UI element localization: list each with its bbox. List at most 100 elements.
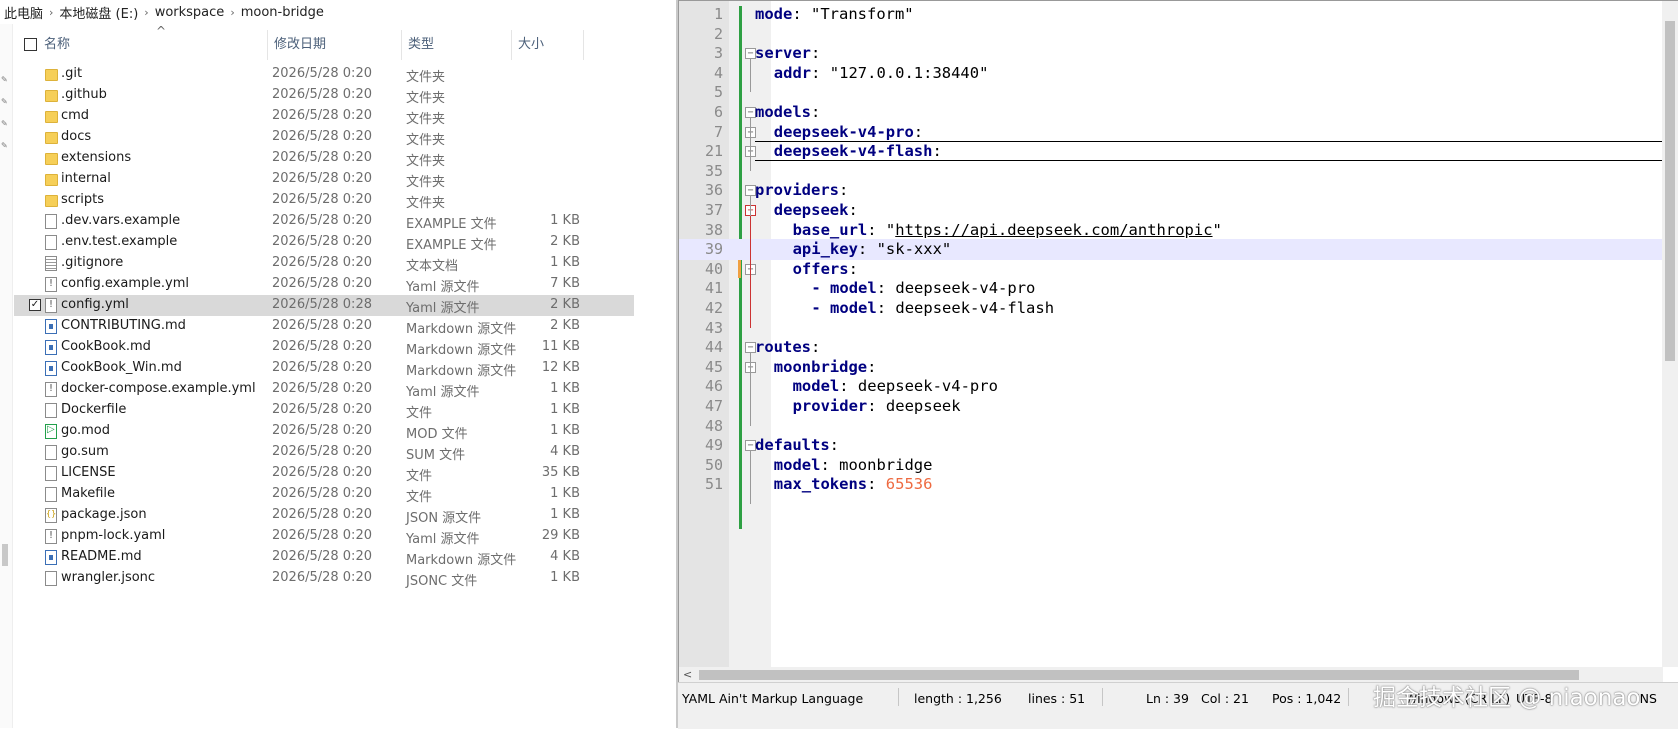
folder-icon <box>45 111 58 123</box>
code-line[interactable]: 7+deepseek-v4-pro: <box>679 122 1663 143</box>
pin-icon: ✎ <box>1 97 8 106</box>
code-line[interactable]: 42 - model: deepseek-v4-flash <box>679 298 1663 319</box>
yaml-url[interactable]: https://api.deepseek.com/anthropic <box>895 221 1212 239</box>
code-line[interactable]: 39 api_key: "sk-xxx" <box>679 239 1663 261</box>
yaml-value: : <box>848 259 858 278</box>
yaml-value: : <box>811 103 821 121</box>
file-type: 文件夹 <box>406 154 446 169</box>
code-text: model: deepseek-v4-pro <box>793 377 998 395</box>
pin-icon: ✎ <box>1 119 8 128</box>
breadcrumb-item-drive[interactable]: 本地磁盘 (E:) <box>55 3 142 22</box>
code-line[interactable]: 47 provider: deepseek <box>679 396 1663 417</box>
code-text: deepseek-v4-flash: <box>774 142 942 160</box>
file-icon <box>45 466 57 481</box>
code-line[interactable]: 35 <box>679 161 1663 182</box>
file-md-icon <box>45 319 57 334</box>
column-header-size[interactable]: 大小 <box>512 30 584 60</box>
code-line[interactable]: 6− models: <box>679 102 1663 123</box>
file-text-icon <box>45 256 57 271</box>
code-line[interactable]: 46 model: deepseek-v4-pro <box>679 376 1663 397</box>
file-row[interactable]: package.json 2026/5/28 0:20 JSON 源文件 1 KB <box>14 505 634 526</box>
code-area[interactable]: 1 mode: "Transform" 2 3− server: 4 addr: "127.… <box>678 0 1678 682</box>
nav-scrollbar-thumb[interactable] <box>2 544 8 566</box>
code-line[interactable]: 49− defaults: <box>679 435 1663 456</box>
vertical-scrollbar-thumb[interactable] <box>1665 21 1675 361</box>
file-type: SUM 文件 <box>406 448 466 463</box>
column-header-name[interactable]: 名称 <box>38 30 268 60</box>
column-header-type[interactable]: 类型 <box>402 30 512 60</box>
file-row[interactable]: LICENSE 2026/5/28 0:20 文件 35 KB <box>14 463 634 484</box>
file-modified-date: 2026/5/28 0:20 <box>272 360 372 375</box>
yaml-key: mode <box>755 5 793 23</box>
file-name: wrangler.jsonc <box>61 570 156 585</box>
navigation-pane-edge: ✎ ✎ ✎ ✎ <box>0 24 13 728</box>
file-modified-date: 2026/5/28 0:20 <box>272 87 372 102</box>
code-line[interactable]: 36− providers: <box>679 180 1663 201</box>
code-line[interactable]: 38 base_url: "https://api.deepseek.com/an… <box>679 220 1663 241</box>
file-name: Dockerfile <box>61 402 127 417</box>
row-checkbox[interactable]: ✓ <box>29 299 41 311</box>
breadcrumb-item-current-folder[interactable]: moon-bridge <box>237 5 328 20</box>
code-text: deepseek-v4-pro: <box>774 123 923 141</box>
file-row[interactable]: internal 2026/5/28 0:20 文件夹 <box>14 169 634 190</box>
file-row[interactable]: ✓ config.yml 2026/5/28 0:28 Yaml 源文件 2 KB <box>14 295 634 316</box>
code-line[interactable]: 1 mode: "Transform" <box>679 4 1663 25</box>
file-row[interactable]: docker-compose.example.yml 2026/5/28 0:20… <box>14 379 634 400</box>
file-type: Yaml 源文件 <box>406 385 480 400</box>
code-line[interactable]: 5 <box>679 82 1663 103</box>
file-modified-date: 2026/5/28 0:20 <box>272 234 372 249</box>
code-line[interactable]: 4 addr: "127.0.0.1:38440" <box>679 63 1663 84</box>
code-line[interactable]: 3− server: <box>679 43 1663 64</box>
vertical-scrollbar[interactable] <box>1662 1 1678 667</box>
code-text: api_key: "sk-xxx" <box>793 240 952 258</box>
code-line[interactable]: 37−deepseek: <box>679 200 1663 221</box>
file-modified-date: 2026/5/28 0:20 <box>272 423 372 438</box>
code-line[interactable]: 44− routes: <box>679 337 1663 358</box>
file-row[interactable]: go.mod 2026/5/28 0:20 MOD 文件 1 KB <box>14 421 634 442</box>
select-all-checkbox[interactable] <box>24 38 37 51</box>
file-row[interactable]: README.md 2026/5/28 0:20 Markdown 源文件 4 KB <box>14 547 634 568</box>
file-type: JSON 源文件 <box>406 511 482 526</box>
file-row[interactable]: .dev.vars.example 2026/5/28 0:20 EXAMPLE 文… <box>14 211 634 232</box>
file-row[interactable]: go.sum 2026/5/28 0:20 SUM 文件 4 KB <box>14 442 634 463</box>
file-row[interactable]: wrangler.jsonc 2026/5/28 0:20 JSONC 文件 1 KB <box>14 568 634 589</box>
file-name: CookBook_Win.md <box>61 360 182 375</box>
file-row[interactable]: CookBook_Win.md 2026/5/28 0:20 Markdown 源文… <box>14 358 634 379</box>
code-line[interactable]: 48 <box>679 416 1663 437</box>
file-row[interactable]: config.example.yml 2026/5/28 0:20 Yaml 源文件… <box>14 274 634 295</box>
file-row[interactable]: .git 2026/5/28 0:20 文件夹 <box>14 64 634 85</box>
file-row[interactable]: Makefile 2026/5/28 0:20 文件 1 KB <box>14 484 634 505</box>
code-line[interactable]: 41 - model: deepseek-v4-pro <box>679 278 1663 299</box>
file-row[interactable]: CookBook.md 2026/5/28 0:20 Markdown 源文件 11 … <box>14 337 634 358</box>
file-row[interactable]: Dockerfile 2026/5/28 0:20 文件 1 KB <box>14 400 634 421</box>
file-row[interactable]: scripts 2026/5/28 0:20 文件夹 <box>14 190 634 211</box>
breadcrumb: 此电脑 › 本地磁盘 (E:) › workspace › moon-bridg… <box>0 0 676 24</box>
file-row[interactable]: docs 2026/5/28 0:20 文件夹 <box>14 127 634 148</box>
yaml-value: : <box>811 338 821 357</box>
column-header-date[interactable]: 修改日期 <box>268 30 402 60</box>
file-row[interactable]: CONTRIBUTING.md 2026/5/28 0:20 Markdown 源文… <box>14 316 634 337</box>
code-line[interactable]: 43 <box>679 318 1663 339</box>
file-type: Markdown 源文件 <box>406 322 517 337</box>
code-line[interactable]: 51 max_tokens: 65536 <box>679 474 1663 495</box>
file-row[interactable]: cmd 2026/5/28 0:20 文件夹 <box>14 106 634 127</box>
code-line[interactable]: 50 model: moonbridge <box>679 455 1663 476</box>
code-line[interactable]: 2 <box>679 24 1663 45</box>
file-type: 文件夹 <box>406 70 446 85</box>
file-row[interactable]: .env.test.example 2026/5/28 0:20 EXAMPLE 文… <box>14 232 634 253</box>
breadcrumb-item-this-pc[interactable]: 此电脑 <box>0 3 47 22</box>
code-line[interactable]: 21+deepseek-v4-flash: <box>679 141 1663 162</box>
breadcrumb-item-workspace[interactable]: workspace <box>151 5 229 20</box>
code-editor-pane: 1 mode: "Transform" 2 3− server: 4 addr: "127.… <box>678 0 1678 729</box>
scroll-left-arrow-icon[interactable]: < <box>683 668 692 681</box>
code-text: addr: "127.0.0.1:38440" <box>774 64 989 82</box>
file-row[interactable]: .github 2026/5/28 0:20 文件夹 <box>14 85 634 106</box>
code-line[interactable]: 45−moonbridge: <box>679 357 1663 378</box>
file-row[interactable]: extensions 2026/5/28 0:20 文件夹 <box>14 148 634 169</box>
file-name: docs <box>61 129 92 144</box>
status-separator <box>1102 688 1103 706</box>
file-row[interactable]: .gitignore 2026/5/28 0:20 文本文档 1 KB <box>14 253 634 274</box>
file-row[interactable]: pnpm-lock.yaml 2026/5/28 0:20 Yaml 源文件 29 K… <box>14 526 634 547</box>
file-type: 文件 <box>406 469 433 484</box>
code-line[interactable]: 40−offers: <box>679 259 1663 280</box>
